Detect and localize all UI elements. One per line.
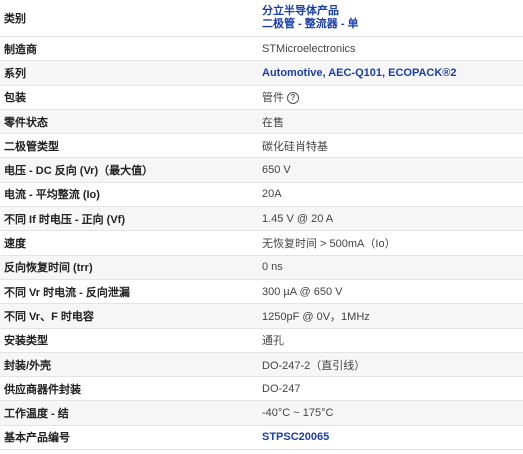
attribute-value: 0 ns	[258, 255, 523, 280]
product-attributes-table: 类别 分立半导体产品 二极管 - 整流器 - 单 制造商 STMicroelec…	[0, 0, 523, 451]
table-row-diode-type: 二极管类型 碳化硅肖特基	[0, 133, 523, 159]
attribute-value: 碳化硅肖特基	[258, 133, 523, 159]
table-row-rectified-current: 电流 - 平均整流 (Io) 20A	[0, 182, 523, 208]
table-row-base-product-number: 基本产品编号 STPSC20065	[0, 425, 523, 451]
table-row-mounting-type: 安装类型 通孔	[0, 328, 523, 353]
category-value: 分立半导体产品 二极管 - 整流器 - 单	[258, 0, 523, 37]
table-row-manufacturer: 制造商 STMicroelectronics	[0, 36, 523, 62]
attribute-value: 在售	[258, 109, 523, 135]
attribute-value: 无恢复时间 > 500mA（Io）	[258, 230, 523, 256]
table-row-reverse-recovery: 反向恢复时间 (trr) 0 ns	[0, 255, 523, 280]
table-row-package-case: 封装/外壳 DO-247-2（直引线）	[0, 352, 523, 378]
table-row-reverse-voltage: 电压 - DC 反向 (Vr)（最大值） 650 V	[0, 157, 523, 183]
table-row-supplier-package: 供应商器件封装 DO-247	[0, 376, 523, 402]
attribute-label: 电流 - 平均整流 (Io)	[0, 182, 258, 208]
attribute-label: 安装类型	[0, 328, 258, 353]
attribute-label: 制造商	[0, 36, 258, 62]
attribute-value: 20A	[258, 182, 523, 208]
attribute-value: Automotive, AEC-Q101, ECOPACK®2	[258, 60, 523, 86]
attribute-label: 不同 Vr、F 时电容	[0, 303, 258, 329]
packaging-value: 管件	[262, 92, 284, 105]
attribute-label: 系列	[0, 60, 258, 86]
attribute-label: 供应商器件封装	[0, 376, 258, 402]
attribute-value: 300 µA @ 650 V	[258, 279, 523, 305]
category-link-discrete[interactable]: 分立半导体产品	[262, 5, 519, 18]
table-row-operating-temperature: 工作温度 - 结 -40°C ~ 175°C	[0, 400, 523, 426]
attribute-value: 650 V	[258, 157, 523, 183]
base-product-number-link[interactable]: STPSC20065	[262, 431, 329, 443]
attribute-value: 1250pF @ 0V，1MHz	[258, 303, 523, 329]
attribute-value: STPSC20065	[258, 425, 523, 451]
attribute-label: 工作温度 - 结	[0, 400, 258, 426]
category-row: 类别 分立半导体产品 二极管 - 整流器 - 单	[0, 0, 523, 37]
attribute-value: DO-247-2（直引线）	[258, 352, 523, 378]
table-row-reverse-leakage: 不同 Vr 时电流 - 反向泄漏 300 µA @ 650 V	[0, 279, 523, 305]
attribute-label: 零件状态	[0, 109, 258, 135]
attribute-value: DO-247	[258, 376, 523, 402]
table-row-series: 系列 Automotive, AEC-Q101, ECOPACK®2	[0, 60, 523, 86]
table-row-packaging: 包装 管件?	[0, 85, 523, 110]
attribute-label: 不同 Vr 时电流 - 反向泄漏	[0, 279, 258, 305]
help-icon[interactable]: ?	[287, 92, 299, 105]
attribute-label: 封装/外壳	[0, 352, 258, 378]
category-link-diodes-rectifiers[interactable]: 二极管 - 整流器 - 单	[262, 18, 519, 31]
attribute-label: 速度	[0, 230, 258, 256]
attribute-label: 基本产品编号	[0, 425, 258, 451]
attribute-label: 包装	[0, 85, 258, 110]
category-label: 类别	[0, 0, 258, 37]
table-row-forward-voltage: 不同 If 时电压 - 正向 (Vf) 1.45 V @ 20 A	[0, 206, 523, 232]
attribute-value: -40°C ~ 175°C	[258, 400, 523, 426]
attribute-value: 1.45 V @ 20 A	[258, 206, 523, 232]
series-link[interactable]: Automotive, AEC-Q101, ECOPACK®2	[262, 67, 457, 79]
attribute-value: 通孔	[258, 328, 523, 353]
table-row-part-status: 零件状态 在售	[0, 109, 523, 135]
table-row-capacitance: 不同 Vr、F 时电容 1250pF @ 0V，1MHz	[0, 303, 523, 329]
attribute-label: 不同 If 时电压 - 正向 (Vf)	[0, 206, 258, 232]
attribute-label: 反向恢复时间 (trr)	[0, 255, 258, 280]
attribute-label: 电压 - DC 反向 (Vr)（最大值）	[0, 157, 258, 183]
table-row-speed: 速度 无恢复时间 > 500mA（Io）	[0, 230, 523, 256]
attribute-label: 二极管类型	[0, 133, 258, 159]
attribute-value: STMicroelectronics	[258, 36, 523, 62]
attribute-value: 管件?	[258, 85, 523, 110]
